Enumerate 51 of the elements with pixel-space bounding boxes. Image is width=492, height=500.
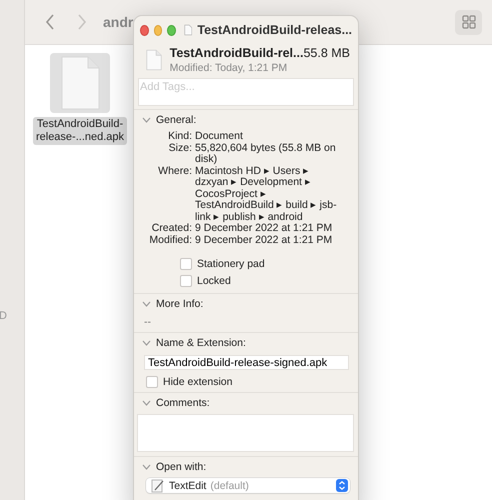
back-icon[interactable] — [45, 14, 55, 30]
window-title: TestAndroidBuild-releas... — [197, 23, 352, 37]
field-value: Macintosh HD ▸ Users ▸ dzxyan ▸ Development ▸ CocosProject ▸ TestAndroidBuild ▸ build ▸ jsb-link ▸ publish ▸ android — [195, 166, 338, 222]
checkbox[interactable] — [146, 376, 158, 388]
grid-icon — [462, 15, 476, 29]
file-icon[interactable] — [50, 53, 110, 113]
forward-icon[interactable] — [77, 14, 87, 30]
section-title[interactable]: More Info: — [156, 298, 204, 310]
modified-date: Modified: Today, 1:21 PM — [170, 62, 288, 74]
field-label: Where: — [157, 166, 192, 178]
name-field[interactable]: TestAndroidBuild-release-signed.apk — [144, 355, 349, 370]
checkbox-label: Stationery pad — [197, 258, 265, 270]
app-name: TextEdit — [169, 480, 206, 492]
chevron-icon[interactable] — [142, 400, 151, 406]
app-dropdown[interactable]: TextEdit (default) — [146, 478, 350, 493]
chevron-icon[interactable] — [142, 301, 151, 307]
minimize-button[interactable] — [154, 24, 162, 36]
text-document-icon — [151, 478, 165, 492]
sidebar-label: D — [0, 310, 7, 323]
file-size: 55.8 MB — [303, 46, 350, 60]
field-label: Created: — [150, 223, 192, 234]
zoom-button[interactable] — [167, 24, 176, 36]
field-label: Size: — [168, 142, 192, 156]
section-title[interactable]: Name & Extension: — [156, 337, 246, 349]
grid-view-button[interactable] — [455, 10, 482, 34]
field-value: Document — [195, 131, 244, 142]
chevron-icon[interactable] — [142, 340, 151, 346]
document-icon — [184, 23, 192, 37]
section-title[interactable]: General: — [156, 114, 196, 126]
field-label: Kind: — [167, 131, 192, 142]
checkbox-label: Hide extension — [163, 376, 232, 388]
section-title[interactable]: Comments: — [156, 397, 210, 409]
default-note: (default) — [210, 480, 249, 492]
field-value: 9 December 2022 at 1:21 PM — [195, 223, 334, 234]
comments-field[interactable] — [137, 414, 354, 452]
close-button[interactable] — [140, 24, 149, 36]
checkbox[interactable] — [180, 275, 192, 287]
chevron-icon[interactable] — [142, 117, 151, 123]
chevron-icon[interactable] — [142, 464, 151, 470]
field-value: 9 December 2022 at 1:21 PM — [195, 234, 334, 246]
field-label: Modified: — [148, 234, 192, 246]
checkbox-label: Locked — [197, 275, 231, 287]
field-value: 55,820,604 bytes (55.8 MB on disk) — [195, 142, 337, 166]
file-name: TestAndroidBuild-rel... — [170, 46, 304, 60]
document-icon — [146, 47, 162, 73]
more-info-text: -- — [143, 315, 152, 328]
file-name[interactable]: TestAndroidBuild- release-...ned.apk — [32, 117, 128, 145]
folder-title: andr — [103, 14, 134, 30]
checkbox[interactable] — [180, 258, 192, 270]
section-title[interactable]: Open with: — [156, 461, 206, 473]
stepper-icon — [336, 479, 348, 492]
